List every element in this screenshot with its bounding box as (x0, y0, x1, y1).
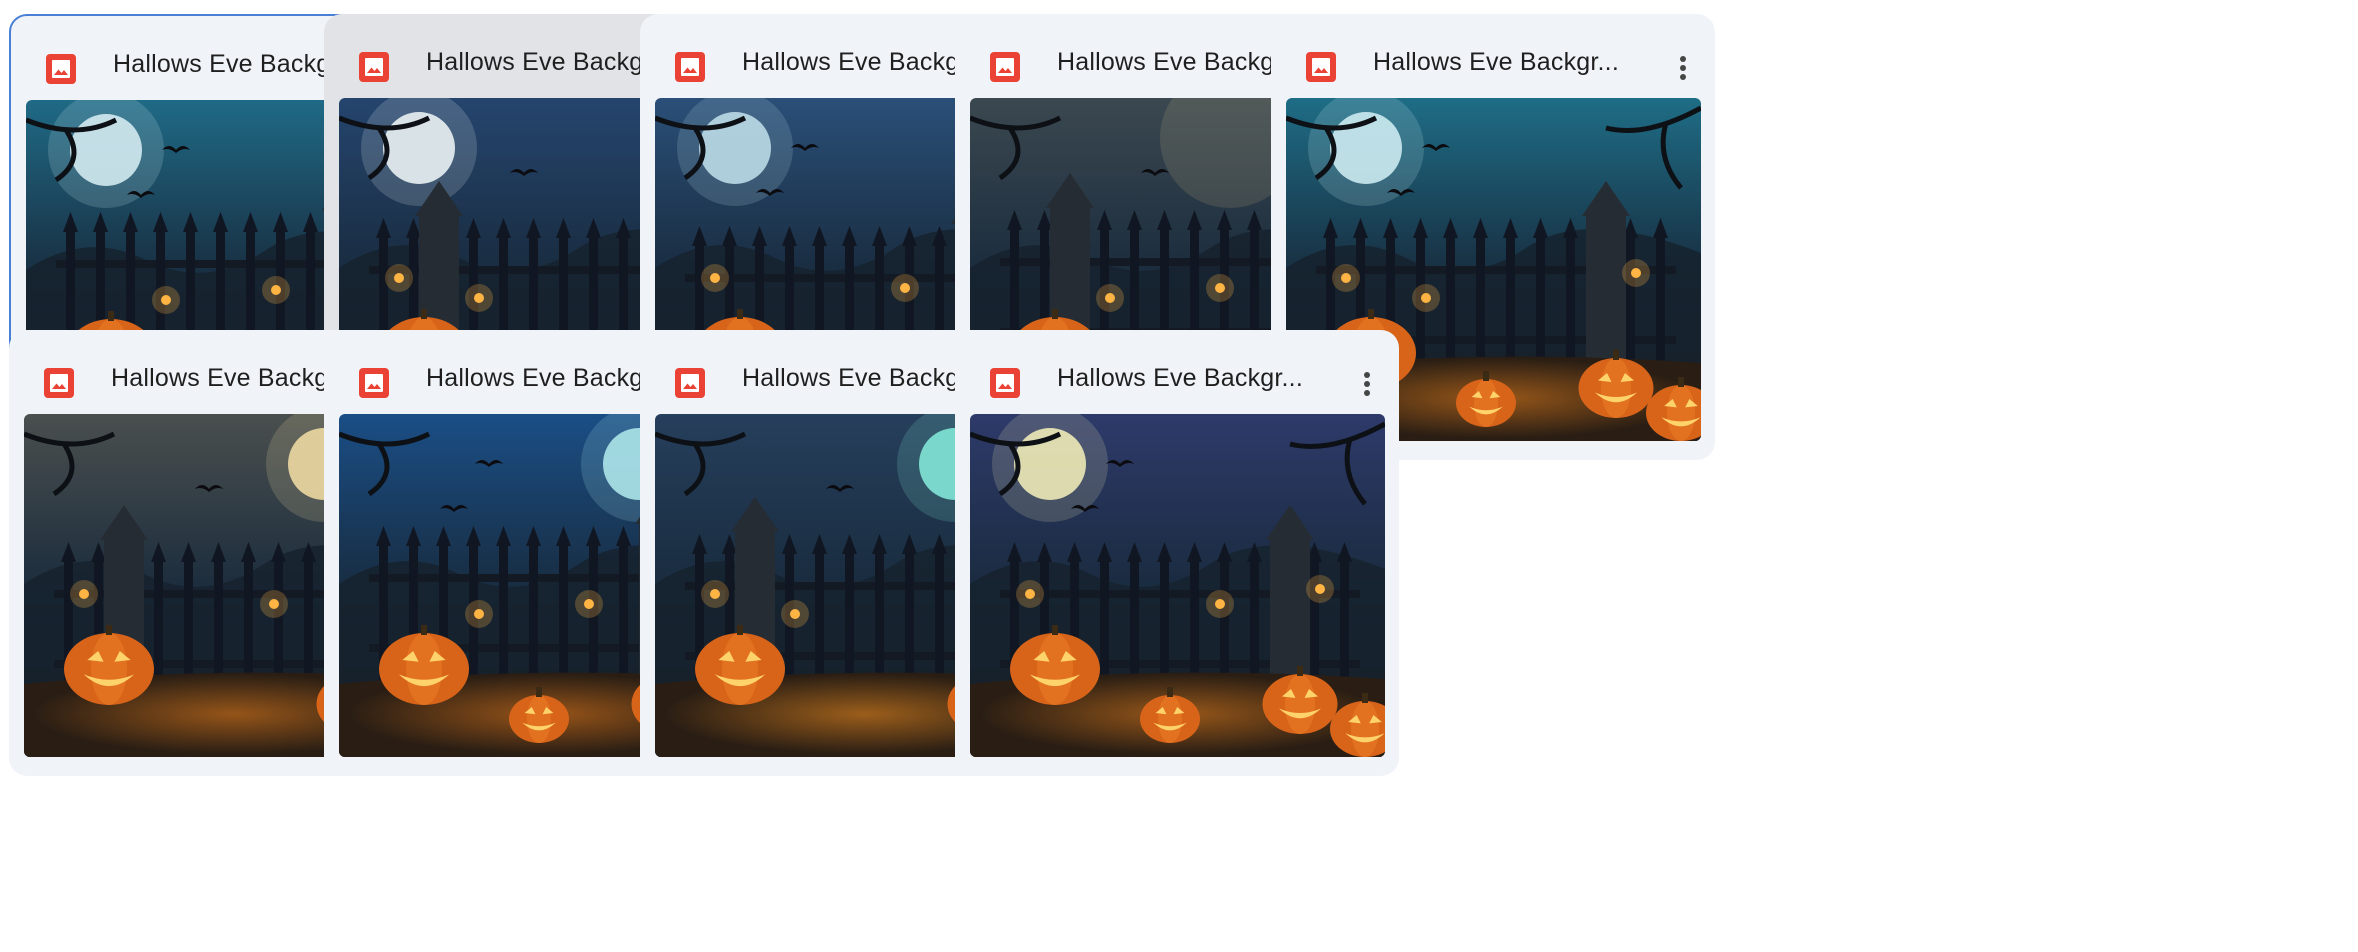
more-options-button[interactable] (1343, 360, 1391, 408)
file-card-header: Hallows Eve Backgr... (955, 330, 1399, 414)
file-thumbnail[interactable] (970, 414, 1385, 757)
file-name: Hallows Eve Backgr... (1373, 48, 1619, 76)
image-file-icon (359, 368, 389, 398)
image-file-icon (675, 52, 705, 82)
image-file-icon (46, 54, 76, 84)
file-card-header: Hallows Eve Backgr... (1271, 14, 1715, 98)
image-file-icon (990, 52, 1020, 82)
image-file-icon (675, 368, 705, 398)
file-grid: Hallows Eve Backgr... Hallows Eve Backgr.… (0, 0, 2358, 952)
more-options-button[interactable] (1659, 44, 1707, 92)
image-file-icon (359, 52, 389, 82)
image-file-icon (1306, 52, 1336, 82)
halloween-scene-image (970, 414, 1385, 757)
image-file-icon (990, 368, 1020, 398)
file-name: Hallows Eve Backgr... (1057, 364, 1303, 392)
file-card[interactable]: Hallows Eve Backgr... (955, 330, 1399, 776)
image-file-icon (44, 368, 74, 398)
